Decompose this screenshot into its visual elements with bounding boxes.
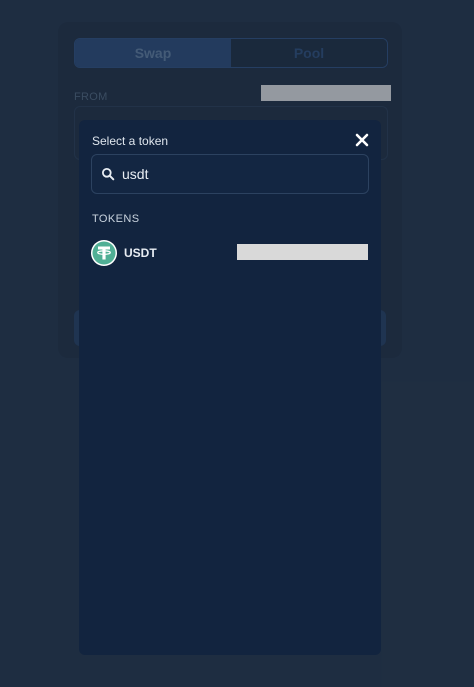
token-select-modal: Select a token TOKENS USDT (79, 120, 381, 655)
token-list-item-usdt[interactable]: USDT (91, 238, 371, 268)
tether-icon (91, 240, 117, 266)
token-search-box (91, 154, 369, 194)
close-icon (355, 133, 369, 147)
search-icon (102, 168, 115, 181)
redacted-token-balance (237, 244, 368, 260)
token-search-input[interactable] (122, 155, 358, 193)
close-button[interactable] (354, 132, 370, 148)
token-symbol: USDT (124, 246, 157, 260)
tokens-section-label: TOKENS (92, 213, 140, 225)
modal-title: Select a token (92, 134, 169, 148)
